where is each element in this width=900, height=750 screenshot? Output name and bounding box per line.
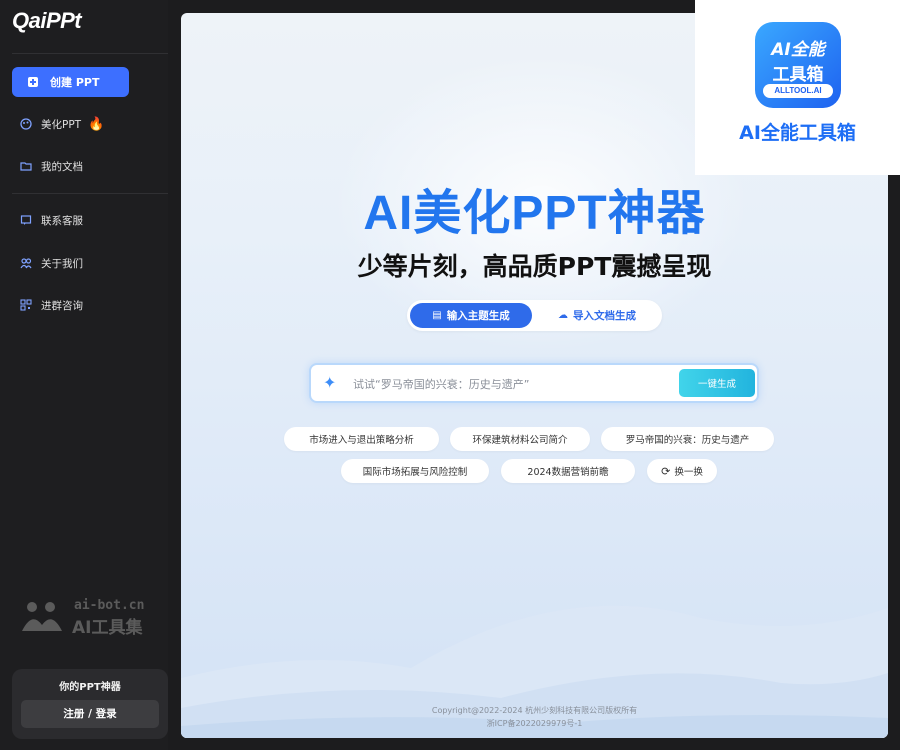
generate-button[interactable]: 一键生成 bbox=[679, 369, 755, 397]
sidebar: QaiPPt 创建 PPT 美化PPT 🔥 我的文档 联系客服 关于我们 进群咨… bbox=[0, 0, 168, 750]
sidebar-item-support[interactable]: 联系客服 bbox=[20, 210, 83, 230]
fire-icon: 🔥 bbox=[88, 116, 105, 132]
sidebar-item-label: 我的文档 bbox=[41, 160, 83, 173]
mode-tabs: ▤ 输入主题生成 ☁ 导入文档生成 bbox=[407, 300, 662, 331]
login-register-button[interactable]: 注册 / 登录 bbox=[21, 700, 159, 728]
refresh-suggestions-button[interactable]: ⟳ 换一换 bbox=[647, 459, 717, 483]
sidebar-item-label: 美化PPT bbox=[41, 118, 82, 131]
watermark: ai-bot.cn AI工具集 bbox=[20, 598, 170, 638]
palette-icon bbox=[20, 118, 32, 130]
sidebar-item-label: 联系客服 bbox=[41, 214, 83, 227]
promo-title: 你的PPT神器 bbox=[59, 682, 121, 693]
folder-icon bbox=[20, 160, 32, 172]
plus-icon bbox=[28, 77, 38, 87]
suggestion-chip[interactable]: 国际市场拓展与风险控制 bbox=[341, 459, 489, 483]
ad-name: AI全能工具箱 bbox=[739, 122, 856, 144]
sidebar-item-beautify[interactable]: 美化PPT 🔥 bbox=[20, 114, 104, 134]
team-icon bbox=[20, 257, 32, 269]
sidebar-item-label: 进群咨询 bbox=[41, 299, 83, 312]
suggestion-chip[interactable]: 环保建筑材料公司简介 bbox=[450, 427, 590, 451]
refresh-icon: ⟳ bbox=[661, 464, 671, 478]
app-logo[interactable]: QaiPPt bbox=[12, 8, 82, 34]
divider bbox=[12, 193, 168, 194]
sparkle-icon: ✦ bbox=[323, 373, 337, 392]
divider bbox=[12, 53, 168, 54]
page-title: AI美化PPT神器 bbox=[363, 187, 706, 240]
sidebar-item-group[interactable]: 进群咨询 bbox=[20, 295, 83, 315]
watermark-name: AI工具集 bbox=[72, 618, 143, 638]
qrcode-icon bbox=[20, 299, 32, 311]
suggestion-chip[interactable]: 罗马帝国的兴衰：历史与遗产 bbox=[601, 427, 774, 451]
suggestion-chip[interactable]: 2024数据营销前瞻 bbox=[501, 459, 635, 483]
sidebar-item-about[interactable]: 关于我们 bbox=[20, 253, 83, 273]
tab-label: 输入主题生成 bbox=[446, 310, 510, 322]
tab-import-doc[interactable]: ☁ 导入文档生成 bbox=[537, 303, 657, 328]
topic-input[interactable] bbox=[353, 375, 673, 393]
ad-icon-domain: ALLTOOL.AI bbox=[763, 84, 833, 98]
tab-topic-input[interactable]: ▤ 输入主题生成 bbox=[410, 303, 532, 328]
page-subtitle: 少等片刻，高品质PPT震撼呈现 bbox=[357, 252, 712, 281]
alltool-logo-icon: AI全能 工具箱 ALLTOOL.AI bbox=[755, 22, 841, 108]
cloud-upload-icon: ☁ bbox=[558, 310, 568, 321]
watermark-logo-icon bbox=[22, 602, 62, 631]
tab-label: 导入文档生成 bbox=[573, 310, 636, 322]
watermark-domain: ai-bot.cn bbox=[74, 598, 145, 613]
footer-copyright: Copyright@2022-2024 杭州少刻科技有限公司版权所有 bbox=[431, 706, 638, 715]
suggestion-chip[interactable]: 市场进入与退出策略分析 bbox=[284, 427, 439, 451]
document-icon: ▤ bbox=[432, 310, 442, 321]
promo-card: 你的PPT神器 注册 / 登录 bbox=[12, 669, 168, 739]
topic-search-box: ✦ 一键生成 bbox=[309, 363, 759, 403]
ad-icon-text: 工具箱 bbox=[772, 65, 824, 85]
headset-icon bbox=[20, 214, 32, 226]
ad-icon-text: AI全能 bbox=[771, 40, 825, 60]
alltool-ad[interactable]: AI全能 工具箱 ALLTOOL.AI AI全能工具箱 bbox=[695, 0, 900, 175]
refresh-label: 换一换 bbox=[674, 467, 703, 478]
create-ppt-button[interactable]: 创建 PPT bbox=[12, 67, 129, 97]
sidebar-item-my-docs[interactable]: 我的文档 bbox=[20, 156, 83, 176]
create-ppt-label: 创建 PPT bbox=[50, 76, 100, 89]
sidebar-item-label: 关于我们 bbox=[41, 257, 83, 270]
footer-icp[interactable]: 浙ICP备2022029979号-1 bbox=[181, 718, 888, 729]
